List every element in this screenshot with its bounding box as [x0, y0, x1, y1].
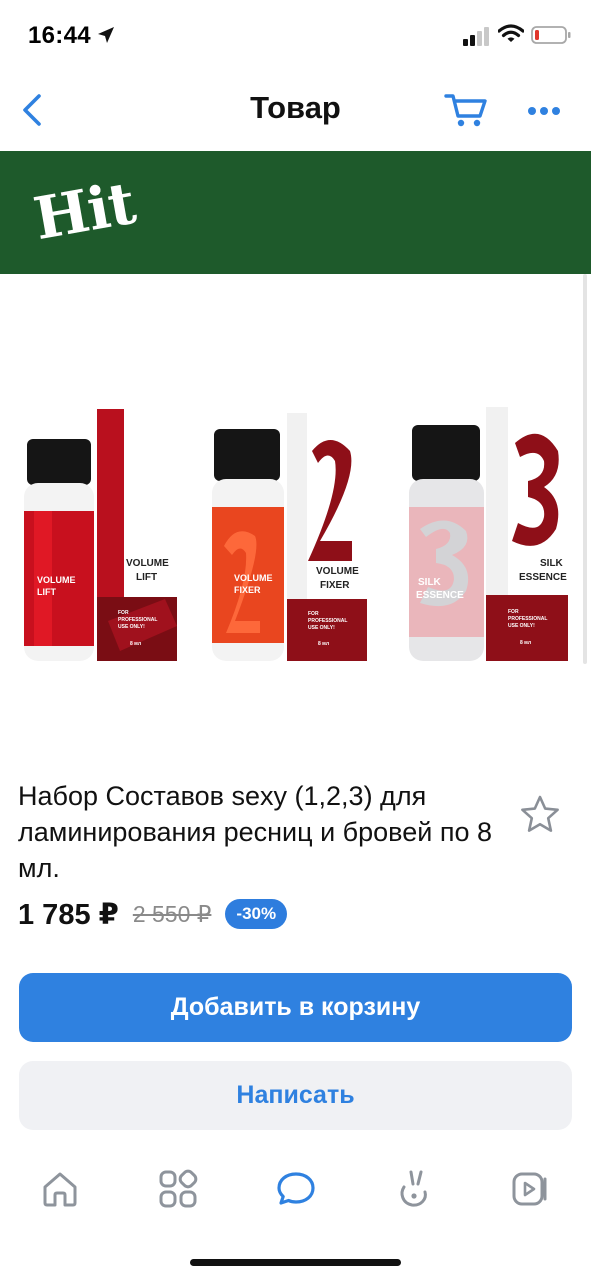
product-2-box: VOLUME FIXER FOR PROFESSIONAL USE ONLY! …: [287, 413, 367, 661]
box-2-pro-2: PROFESSIONAL: [308, 618, 347, 624]
messages-icon: [277, 1172, 315, 1205]
product-image: VOLUME LIFT FOR PROFESSIONAL USE ONLY! 8…: [24, 407, 568, 661]
product-title: Набор Составов sexy (1,2,3) для ламиниро…: [18, 781, 492, 883]
product-3-box: SILK ESSENCE FOR PROFESSIONAL USE ONLY! …: [486, 407, 568, 661]
price-row: 1 785 ₽ 2 550 ₽ -30%: [18, 894, 288, 934]
box-2-pro-3: USE ONLY!: [308, 625, 335, 631]
wifi-icon: [497, 24, 525, 49]
home-icon: [43, 1172, 77, 1207]
discount-badge: -30%: [225, 899, 288, 929]
navigation-bar: Товар: [0, 70, 591, 150]
cellular-signal-icon: [463, 26, 491, 51]
bottle-1-name-2: LIFT: [37, 587, 56, 597]
cart-button[interactable]: [442, 90, 490, 130]
favorite-button[interactable]: [519, 794, 561, 839]
page-title: Товар: [250, 90, 341, 125]
tab-messages[interactable]: [266, 1164, 326, 1214]
box-3-pro-2: PROFESSIONAL: [508, 616, 547, 622]
current-price: 1 785 ₽: [18, 898, 119, 931]
clips-icon: [400, 1170, 427, 1207]
box-3-name-2: ESSENCE: [519, 572, 567, 583]
bottle-2-name-1: VOLUME: [234, 573, 273, 583]
location-arrow-icon: [96, 25, 116, 50]
box-3-name-1: SILK: [540, 558, 564, 569]
status-time: 16:44: [28, 22, 91, 49]
box-2-name-2: FIXER: [320, 580, 350, 591]
more-dots-icon: [528, 107, 560, 115]
product-3-bottle: SILK ESSENCE: [409, 425, 484, 661]
tab-bar: [0, 1150, 591, 1230]
tab-home[interactable]: [30, 1164, 90, 1214]
old-price: 2 550 ₽: [132, 900, 212, 927]
bottle-2-name-2: FIXER: [234, 585, 261, 595]
write-message-button[interactable]: Написать: [19, 1061, 572, 1130]
box-1-pro-1: FOR: [118, 610, 129, 616]
product-image-gallery[interactable]: Hit VOLUME LIFT FOR PROFESSIONAL USE ONL…: [0, 151, 591, 691]
services-grid-icon: [159, 1169, 198, 1208]
add-to-cart-button[interactable]: Добавить в корзину: [19, 973, 572, 1042]
star-outline-icon: [521, 795, 559, 832]
box-1-volume: 8 мл: [130, 641, 141, 647]
bottle-3-name-1: SILK: [418, 577, 442, 588]
tab-video[interactable]: [500, 1164, 560, 1214]
battery-icon: [531, 25, 571, 50]
box-1-pro-2: PROFESSIONAL: [118, 617, 157, 623]
box-3-pro-1: FOR: [508, 609, 519, 615]
cart-icon: [444, 94, 487, 127]
status-bar: 16:44: [0, 0, 591, 70]
home-indicator: [190, 1259, 401, 1266]
product-2-bottle: VOLUME FIXER: [212, 429, 284, 661]
more-button[interactable]: [524, 96, 564, 126]
product-1-box: VOLUME LIFT FOR PROFESSIONAL USE ONLY! 8…: [97, 409, 177, 661]
box-1-name-1: VOLUME: [126, 558, 169, 569]
box-1-pro-3: USE ONLY!: [118, 624, 145, 630]
bottle-1-name-1: VOLUME: [37, 575, 76, 585]
box-1-name-2: LIFT: [136, 572, 157, 583]
tab-clips[interactable]: [384, 1164, 444, 1214]
box-3-pro-3: USE ONLY!: [508, 623, 535, 629]
box-3-volume: 8 мл: [520, 640, 531, 646]
box-2-name-1: VOLUME: [316, 566, 359, 577]
product-1-bottle: VOLUME LIFT: [24, 439, 94, 661]
box-2-volume: 8 мл: [318, 641, 329, 647]
bottle-3-name-2: ESSENCE: [416, 590, 464, 601]
video-icon: [512, 1172, 547, 1206]
tab-services[interactable]: [148, 1164, 208, 1214]
box-2-pro-1: FOR: [308, 611, 319, 617]
